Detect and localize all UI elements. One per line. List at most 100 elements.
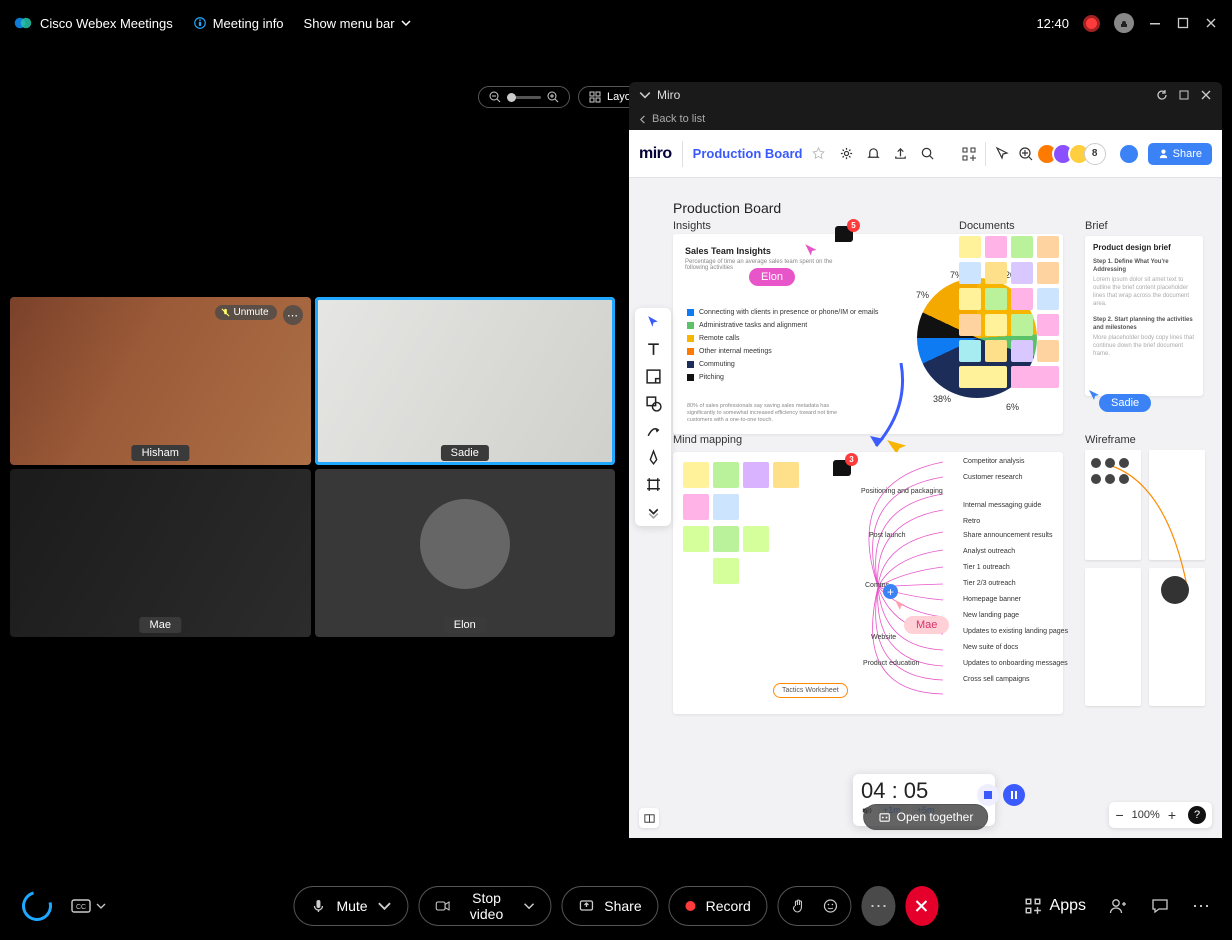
bell-icon[interactable]	[866, 146, 881, 161]
avatar	[420, 499, 510, 589]
brief-title: Product design brief	[1093, 244, 1195, 252]
chevron-down-icon	[401, 18, 411, 28]
shapes-tool-icon[interactable]	[645, 395, 662, 412]
app-panel: Miro Back to list miro Production Board	[629, 82, 1222, 838]
star-icon[interactable]	[812, 147, 825, 160]
closed-captions-button[interactable]: CC	[70, 895, 106, 917]
cursor-arrow-icon	[803, 242, 821, 260]
participant-tile-sadie[interactable]: Sadie	[315, 297, 616, 465]
participants-icon[interactable]	[1108, 896, 1128, 916]
participant-name: Hisham	[132, 445, 189, 461]
recording-indicator-icon[interactable]	[1083, 15, 1100, 32]
more-options-button[interactable]: ⋯	[862, 886, 895, 926]
miro-canvas[interactable]: Production Board Insights Sales Team Ins…	[629, 178, 1222, 838]
cursor-icon[interactable]	[994, 146, 1010, 162]
mindmap-lines	[823, 452, 1063, 714]
leave-meeting-button[interactable]	[905, 886, 938, 926]
participant-more-button[interactable]: ⋯	[283, 305, 303, 325]
chart-legend: Connecting with clients in presence or p…	[687, 306, 878, 384]
apps-grid-icon[interactable]	[961, 146, 977, 162]
connector-tool-icon[interactable]	[645, 422, 662, 439]
apps-button[interactable]: Apps	[1024, 897, 1086, 915]
show-menu-label: Show menu bar	[304, 16, 395, 31]
privacy-indicator-icon[interactable]	[1114, 13, 1134, 33]
unmute-pill[interactable]: Unmute	[215, 305, 276, 320]
window-close-button[interactable]	[1204, 16, 1218, 30]
frame-tool-icon[interactable]	[645, 476, 662, 493]
pie-label-6: 6%	[1006, 402, 1019, 412]
meeting-info-button[interactable]: Meeting info	[193, 16, 284, 31]
documents-frame[interactable]	[959, 236, 1065, 386]
zoom-plus-icon[interactable]	[1018, 146, 1034, 162]
close-icon[interactable]	[1200, 89, 1212, 101]
zoom-value[interactable]: 100%	[1132, 809, 1160, 821]
participant-tile-elon[interactable]: Elon	[315, 469, 616, 637]
refresh-icon[interactable]	[1156, 89, 1168, 101]
miro-logo[interactable]: miro	[639, 145, 672, 163]
cursor-tag-mae: Mae	[904, 616, 949, 634]
panel-back-button[interactable]: Back to list	[629, 108, 1222, 130]
board-name[interactable]: Production Board	[693, 146, 803, 161]
presentation-mode-button[interactable]	[639, 808, 659, 828]
cursor-arrow-icon	[893, 598, 909, 614]
raise-hand-button[interactable]	[785, 892, 813, 920]
miro-share-button[interactable]: Share	[1148, 143, 1212, 165]
pen-tool-icon[interactable]	[645, 449, 662, 466]
wireframe-frame[interactable]	[1085, 450, 1213, 714]
brief-label: Brief	[1085, 220, 1108, 232]
chevron-down-icon	[96, 901, 106, 911]
miro-topbar: miro Production Board 8	[629, 130, 1222, 178]
export-icon[interactable]	[893, 146, 908, 161]
window-maximize-button[interactable]	[1176, 16, 1190, 30]
reactions-button[interactable]	[817, 892, 845, 920]
record-button[interactable]: Record	[669, 886, 768, 926]
share-screen-button[interactable]: Share	[561, 886, 658, 926]
panel-title: Miro	[657, 88, 680, 102]
layout-grid-icon	[589, 91, 601, 103]
chevron-down-icon[interactable]	[639, 89, 651, 101]
open-together-button[interactable]: Open together	[863, 804, 989, 830]
person-icon	[1158, 148, 1169, 159]
participant-name: Elon	[444, 617, 486, 633]
text-tool-icon[interactable]	[645, 341, 662, 358]
zoom-in-button[interactable]: +	[1168, 807, 1176, 823]
timer-value: 04 : 05	[861, 778, 928, 804]
zoom-slider[interactable]	[478, 86, 570, 108]
gear-icon[interactable]	[839, 146, 854, 161]
mic-icon	[310, 898, 326, 914]
collaborator-avatars[interactable]: 8	[1042, 143, 1106, 165]
mindmap-frame[interactable]: 3 Competitor analysis Customer	[673, 452, 1063, 714]
add-node-button[interactable]: +	[883, 584, 898, 599]
video-grid: Unmute ⋯ Hisham Sadie Mae Elon	[10, 297, 615, 637]
sticky-tool-icon[interactable]	[645, 368, 662, 385]
participant-tile-mae[interactable]: Mae	[10, 469, 311, 637]
show-menu-bar-button[interactable]: Show menu bar	[304, 16, 411, 31]
profile-avatar[interactable]	[1118, 143, 1140, 165]
help-button[interactable]: ?	[1188, 806, 1206, 824]
zoom-out-button[interactable]: −	[1115, 807, 1123, 823]
participant-tile-hisham[interactable]: Unmute ⋯ Hisham	[10, 297, 311, 465]
popout-icon[interactable]	[1178, 89, 1190, 101]
mute-button[interactable]: Mute	[293, 886, 408, 926]
share-label: Share	[604, 898, 641, 914]
svg-text:CC: CC	[76, 904, 86, 911]
meeting-duration-icon[interactable]	[17, 886, 58, 927]
pie-label-38: 38%	[933, 394, 951, 404]
chat-icon[interactable]	[1150, 896, 1170, 916]
miro-board[interactable]: miro Production Board 8	[629, 130, 1222, 838]
cursor-tool-icon[interactable]	[645, 314, 662, 331]
brief-frame[interactable]: Product design brief Step 1. Define What…	[1085, 236, 1203, 396]
mindmap-stickies	[683, 462, 813, 582]
comment-icon[interactable]: 5	[835, 226, 853, 242]
open-together-label: Open together	[897, 810, 974, 824]
title-bar: Cisco Webex Meetings Meeting info Show m…	[0, 0, 1232, 46]
timer-stop-button[interactable]	[977, 784, 999, 806]
more-tools-icon[interactable]	[645, 503, 662, 520]
stop-video-button[interactable]: Stop video	[419, 886, 552, 926]
timer-pause-button[interactable]	[1003, 784, 1025, 806]
window-minimize-button[interactable]	[1148, 16, 1162, 30]
panel-options-button[interactable]: ⋯	[1192, 896, 1210, 917]
record-dot-icon	[686, 901, 696, 911]
tactics-worksheet-node[interactable]: Tactics Worksheet	[773, 683, 848, 698]
search-icon[interactable]	[920, 146, 935, 161]
